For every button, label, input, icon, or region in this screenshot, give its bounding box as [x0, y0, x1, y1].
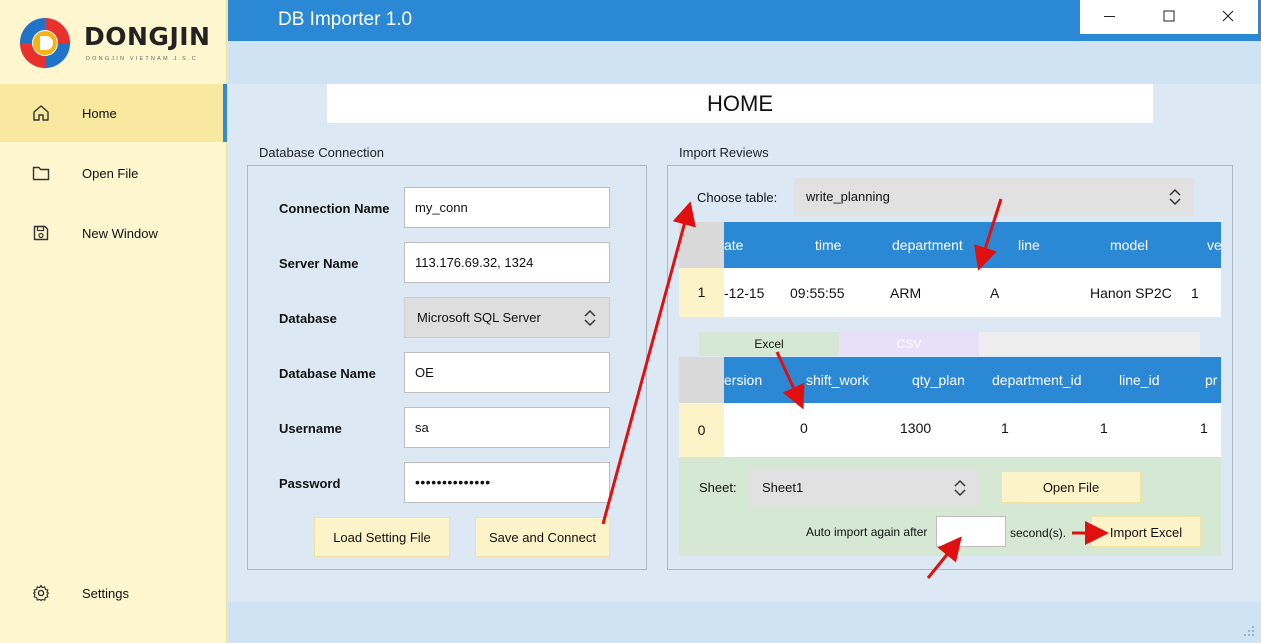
choose-table-label: Choose table:: [697, 190, 778, 205]
auto-import-seconds-input[interactable]: [936, 516, 1006, 547]
choose-table-select[interactable]: write_planning: [794, 178, 1194, 216]
brand-name: DONGJIN: [84, 22, 211, 51]
sidebar-item-label: Open File: [82, 166, 139, 181]
table2-cell[interactable]: 0: [800, 420, 808, 436]
tab-excel[interactable]: Excel: [699, 332, 839, 356]
table1-cell[interactable]: 1: [1191, 285, 1199, 301]
table2-header-cell[interactable]: line_id: [1119, 372, 1159, 388]
table1-corner: [679, 222, 724, 268]
table2-header: ersion shift_work qty_plan department_id…: [724, 357, 1221, 403]
sidebar-item-home[interactable]: Home: [0, 84, 227, 142]
sidebar-item-settings[interactable]: Settings: [0, 564, 227, 622]
window-title: DB Importer 1.0: [278, 9, 413, 30]
auto-import-label: Auto import again after: [806, 525, 928, 539]
table2-row-header[interactable]: 0: [679, 403, 724, 457]
server-name-label: Server Name: [279, 256, 359, 271]
table1-row-header[interactable]: 1: [679, 268, 724, 317]
database-select-value: Microsoft SQL Server: [417, 310, 541, 325]
table2-header-cell[interactable]: pr: [1205, 372, 1217, 388]
table1-header-cell[interactable]: ate: [724, 237, 743, 253]
table2-cell[interactable]: 1: [1100, 420, 1108, 436]
database-label: Database: [279, 311, 337, 326]
page-title: HOME: [327, 84, 1153, 123]
table2-header-cell[interactable]: qty_plan: [912, 372, 965, 388]
table2-header-cell[interactable]: ersion: [724, 372, 762, 388]
maximize-button[interactable]: [1139, 0, 1198, 34]
sidebar-item-label: Settings: [82, 586, 129, 601]
username-label: Username: [279, 421, 342, 436]
table1-header-cell[interactable]: ve: [1207, 237, 1221, 253]
table2-cell[interactable]: 1: [1200, 420, 1208, 436]
tab-csv[interactable]: CSV: [839, 332, 979, 356]
minimize-icon: [1104, 16, 1115, 17]
header-strip: [228, 41, 1261, 84]
connection-name-input[interactable]: my_conn: [404, 187, 610, 228]
connection-name-label: Connection Name: [279, 201, 390, 216]
table1-cell[interactable]: ARM: [890, 285, 921, 301]
server-name-input[interactable]: 113.176.69.32, 1324: [404, 242, 610, 283]
table1-header-cell[interactable]: department: [892, 237, 963, 253]
excel-import-panel: Sheet: Sheet1 Open File Auto import agai…: [679, 457, 1221, 556]
table1-header-cell[interactable]: time: [815, 237, 841, 253]
brand-tagline: DONGJIN VIETNAM J.S.C: [86, 56, 198, 62]
table2-header-cell[interactable]: shift_work: [806, 372, 869, 388]
table1-cell[interactable]: A: [990, 285, 999, 301]
home-icon: [33, 105, 49, 121]
password-input[interactable]: ••••••••••••••: [404, 462, 610, 503]
load-setting-file-button[interactable]: Load Setting File: [314, 517, 450, 557]
maximize-icon: [1163, 10, 1175, 22]
table2-cell[interactable]: 1300: [900, 420, 931, 436]
save-and-connect-button[interactable]: Save and Connect: [475, 517, 610, 557]
table1-cell[interactable]: -12-15: [724, 285, 764, 301]
table1-header: ate time department line model ve: [724, 222, 1221, 268]
save-icon: [33, 225, 49, 241]
database-name-label: Database Name: [279, 366, 376, 381]
sidebar-item-open-file[interactable]: Open File: [0, 144, 227, 202]
sidebar-item-label: Home: [82, 106, 117, 121]
seconds-label: second(s).: [1010, 526, 1067, 540]
open-file-button[interactable]: Open File: [1001, 471, 1141, 503]
sidebar-item-new-window[interactable]: New Window: [0, 204, 227, 262]
folder-icon: [32, 166, 50, 181]
close-button[interactable]: [1198, 0, 1257, 34]
table1-cell[interactable]: 09:55:55: [790, 285, 845, 301]
import-reviews-title: Import Reviews: [679, 145, 769, 160]
updown-chevron-icon: [584, 309, 596, 327]
minimize-button[interactable]: [1080, 0, 1139, 34]
updown-chevron-icon: [1169, 188, 1181, 206]
gear-icon: [32, 584, 50, 602]
updown-chevron-icon: [954, 479, 966, 497]
import-excel-button[interactable]: Import Excel: [1091, 516, 1201, 547]
db-connection-title: Database Connection: [259, 145, 385, 160]
footer-strip: [228, 602, 1261, 643]
close-icon: [1222, 10, 1234, 22]
table1-row: 1 -12-15 09:55:55 ARM A Hanon SP2C 1: [679, 268, 1221, 317]
username-input[interactable]: sa: [404, 407, 610, 448]
dongjin-logo-icon: [19, 17, 71, 69]
table2-header-cell[interactable]: department_id: [992, 372, 1082, 388]
table1-header-cell[interactable]: line: [1018, 237, 1040, 253]
table2-corner: [679, 357, 724, 403]
table1-header-cell[interactable]: model: [1110, 237, 1148, 253]
choose-table-value: write_planning: [806, 189, 890, 204]
table1-cell[interactable]: Hanon SP2C: [1090, 285, 1172, 301]
database-name-input[interactable]: OE: [404, 352, 610, 393]
database-select[interactable]: Microsoft SQL Server: [404, 297, 610, 338]
sheet-select[interactable]: Sheet1: [749, 470, 979, 506]
sheet-select-value: Sheet1: [762, 480, 804, 495]
sidebar-item-label: New Window: [82, 226, 158, 241]
table2-cell[interactable]: 1: [1001, 420, 1009, 436]
tab-bar-filler: [979, 332, 1200, 356]
table2-row: 0 0 1300 1 1 1: [679, 403, 1221, 457]
brand-logo: DONGJIN DONGJIN VIETNAM J.S.C: [14, 12, 219, 74]
sheet-label: Sheet:: [699, 480, 737, 495]
sidebar: DONGJIN DONGJIN VIETNAM J.S.C Home Open …: [0, 0, 227, 643]
password-label: Password: [279, 476, 341, 491]
title-bar: DB Importer 1.0: [228, 0, 1261, 41]
resize-grip-icon[interactable]: [1241, 623, 1255, 637]
window-controls: [1080, 0, 1258, 34]
